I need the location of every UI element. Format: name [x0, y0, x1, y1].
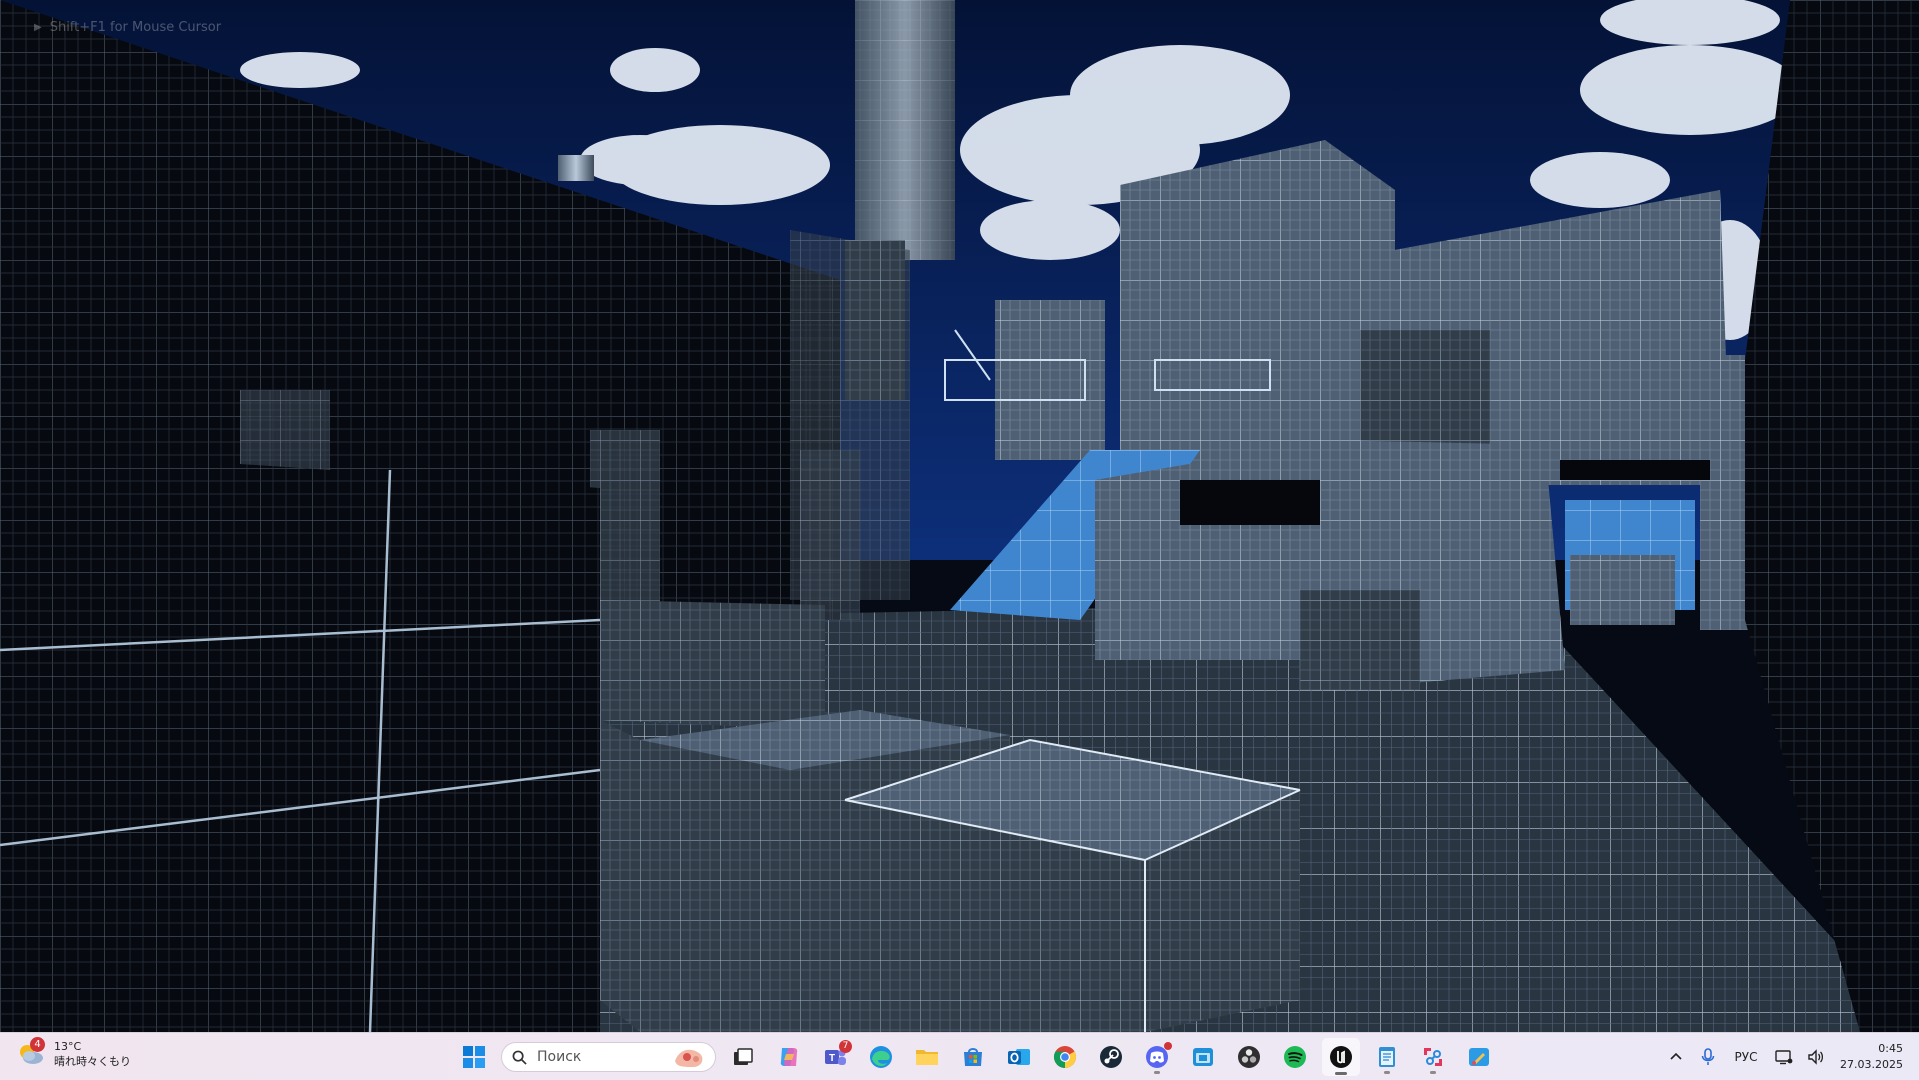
- edge-icon: [870, 1046, 892, 1068]
- unreal-engine-button[interactable]: [1322, 1038, 1360, 1076]
- start-button[interactable]: [455, 1038, 493, 1076]
- clock-time: 0:45: [1878, 1041, 1903, 1055]
- weather-badge: 4: [30, 1037, 45, 1052]
- search-highlight-icon: [675, 1049, 703, 1067]
- edge-button[interactable]: [862, 1038, 900, 1076]
- chevron-up-icon: [1670, 1052, 1682, 1060]
- chrome-button[interactable]: [1046, 1038, 1084, 1076]
- task-view-button[interactable]: [724, 1038, 762, 1076]
- play-icon: ▶: [34, 22, 42, 33]
- notepad-button[interactable]: [1368, 1038, 1406, 1076]
- discord-badge: [1164, 1042, 1172, 1050]
- spotify-icon: [1284, 1046, 1306, 1068]
- tray-overflow-button[interactable]: [1662, 1040, 1690, 1074]
- app-blue-button[interactable]: [1184, 1038, 1222, 1076]
- copilot-icon: [780, 1048, 798, 1066]
- clock-date: 27.03.2025: [1840, 1057, 1903, 1071]
- obs-icon: [1238, 1046, 1260, 1068]
- obs-button[interactable]: [1230, 1038, 1268, 1076]
- teams-badge: 7: [839, 1040, 852, 1053]
- outlook-button[interactable]: [1000, 1038, 1038, 1076]
- snipping-tool-icon: [1424, 1048, 1442, 1066]
- teams-button[interactable]: T 7: [816, 1038, 854, 1076]
- microphone-icon: [1701, 1047, 1715, 1065]
- app-window-icon: [1193, 1048, 1213, 1066]
- chrome-icon: [1054, 1046, 1076, 1068]
- weather-icon: 4: [16, 1037, 46, 1069]
- snipping-tool-button[interactable]: [1414, 1038, 1452, 1076]
- search-icon: [512, 1050, 527, 1065]
- system-tray: РУС 0:45 27.03.2025: [1662, 1033, 1919, 1080]
- steam-button[interactable]: [1092, 1038, 1130, 1076]
- microphone-button[interactable]: [1694, 1040, 1722, 1074]
- network-button[interactable]: [1770, 1040, 1798, 1074]
- search-box[interactable]: [501, 1042, 716, 1072]
- language-button[interactable]: РУС: [1726, 1040, 1766, 1074]
- unreal-engine-icon: [1330, 1046, 1352, 1068]
- paint-button[interactable]: [1460, 1038, 1498, 1076]
- weather-condition: 晴れ時々くもり: [54, 1055, 131, 1068]
- copilot-button[interactable]: [770, 1038, 808, 1076]
- svg-text:T: T: [829, 1053, 835, 1064]
- cursor-hint-text: Shift+F1 for Mouse Cursor: [49, 20, 222, 35]
- task-view-icon: [734, 1048, 753, 1065]
- store-icon: [964, 1048, 982, 1066]
- discord-button[interactable]: [1138, 1038, 1176, 1076]
- spotify-button[interactable]: [1276, 1038, 1314, 1076]
- paint-icon: [1469, 1048, 1489, 1066]
- file-explorer-button[interactable]: [908, 1038, 946, 1076]
- taskbar-center: T 7: [455, 1037, 1498, 1077]
- volume-icon: [1808, 1048, 1824, 1065]
- weather-temp: 13°C: [54, 1040, 82, 1053]
- volume-button[interactable]: [1802, 1040, 1830, 1074]
- windows-icon: [463, 1046, 485, 1068]
- notepad-icon: [1379, 1047, 1395, 1067]
- taskbar: 4 13°C 晴れ時々くもり Поиск T 7 РУС 0:45 27.03.…: [0, 1032, 1919, 1080]
- steam-icon: [1100, 1046, 1122, 1068]
- microsoft-store-button[interactable]: [954, 1038, 992, 1076]
- folder-icon: [916, 1050, 938, 1065]
- game-viewport[interactable]: ▶ Shift+F1 for Mouse Cursor: [0, 0, 1919, 1032]
- outlook-icon: [1008, 1049, 1030, 1065]
- cursor-hint: ▶ Shift+F1 for Mouse Cursor: [34, 20, 221, 35]
- search-input[interactable]: [535, 1048, 659, 1066]
- game-scene: [0, 0, 1919, 1032]
- clock[interactable]: 0:45 27.03.2025: [1834, 1041, 1909, 1073]
- weather-widget[interactable]: 4 13°C 晴れ時々くもり: [16, 1037, 131, 1069]
- network-icon: [1775, 1049, 1793, 1064]
